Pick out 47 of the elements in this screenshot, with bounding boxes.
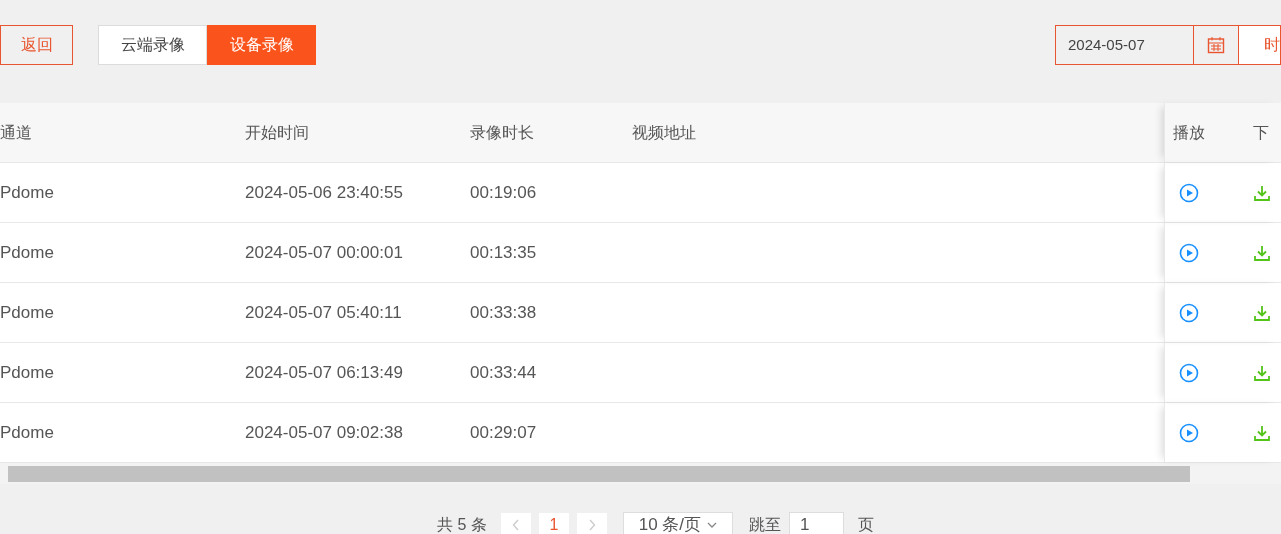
table-cell-text: 00:29:07 xyxy=(470,421,537,444)
play-icon[interactable] xyxy=(1179,362,1199,383)
page-suffix: 页 xyxy=(857,515,874,534)
play-icon[interactable] xyxy=(1179,302,1199,323)
download-icon[interactable] xyxy=(1253,183,1271,202)
table-cell-text: Pdome xyxy=(0,241,54,264)
table-cell-text: 00:13:35 xyxy=(470,241,537,264)
calendar-icon[interactable] xyxy=(1207,36,1225,54)
column-header: 通道 xyxy=(0,122,32,143)
table-cell-text: 2024-05-07 05:40:11 xyxy=(245,301,402,324)
prev-page-button[interactable] xyxy=(500,513,531,534)
table-cell-text: 2024-05-07 00:00:01 xyxy=(245,241,403,264)
download-icon[interactable] xyxy=(1253,423,1271,442)
total-count: 共 5 条 xyxy=(437,515,487,534)
jump-label: 跳至 xyxy=(748,515,781,534)
table-cell-text: 00:33:38 xyxy=(470,301,537,324)
table-cell-text: Pdome xyxy=(0,421,54,444)
table-cell-text: 2024-05-07 06:13:49 xyxy=(245,361,403,384)
table-cell-text: Pdome xyxy=(0,181,54,204)
tab[interactable]: 云端录像 xyxy=(98,25,207,65)
download-icon[interactable] xyxy=(1253,303,1271,322)
page-size-select[interactable]: 10 条/页 xyxy=(622,512,733,534)
chevron-left-icon xyxy=(511,519,520,531)
column-header: 下 xyxy=(1253,122,1269,143)
next-page-button[interactable] xyxy=(576,513,607,534)
table-cell-text: Pdome xyxy=(0,361,54,384)
column-header: 开始时间 xyxy=(245,122,309,143)
table-cell-text: 2024-05-06 23:40:55 xyxy=(245,181,403,204)
table-cell-text: 00:19:06 xyxy=(470,181,537,204)
chevron-right-icon xyxy=(587,519,596,531)
column-header: 录像时长 xyxy=(470,122,534,143)
table-cell-text: 2024-05-07 09:02:38 xyxy=(245,421,403,444)
scrollbar[interactable] xyxy=(8,465,1190,482)
time-button[interactable]: 时 xyxy=(1239,26,1280,64)
date-field[interactable]: 2024-05-07 xyxy=(1056,26,1194,64)
play-icon[interactable] xyxy=(1179,242,1199,263)
play-icon[interactable] xyxy=(1179,422,1199,443)
download-icon[interactable] xyxy=(1253,363,1271,382)
jump-field[interactable]: 1 xyxy=(788,512,844,534)
page-button[interactable]: 1 xyxy=(538,513,569,534)
table-cell-text: 00:33:44 xyxy=(470,361,537,384)
chevron-down-icon xyxy=(707,522,718,528)
play-icon[interactable] xyxy=(1179,182,1199,203)
download-icon[interactable] xyxy=(1253,243,1271,262)
column-header: 视频地址 xyxy=(632,122,696,143)
table-cell-text: Pdome xyxy=(0,301,54,324)
column-header: 播放 xyxy=(1173,122,1205,143)
